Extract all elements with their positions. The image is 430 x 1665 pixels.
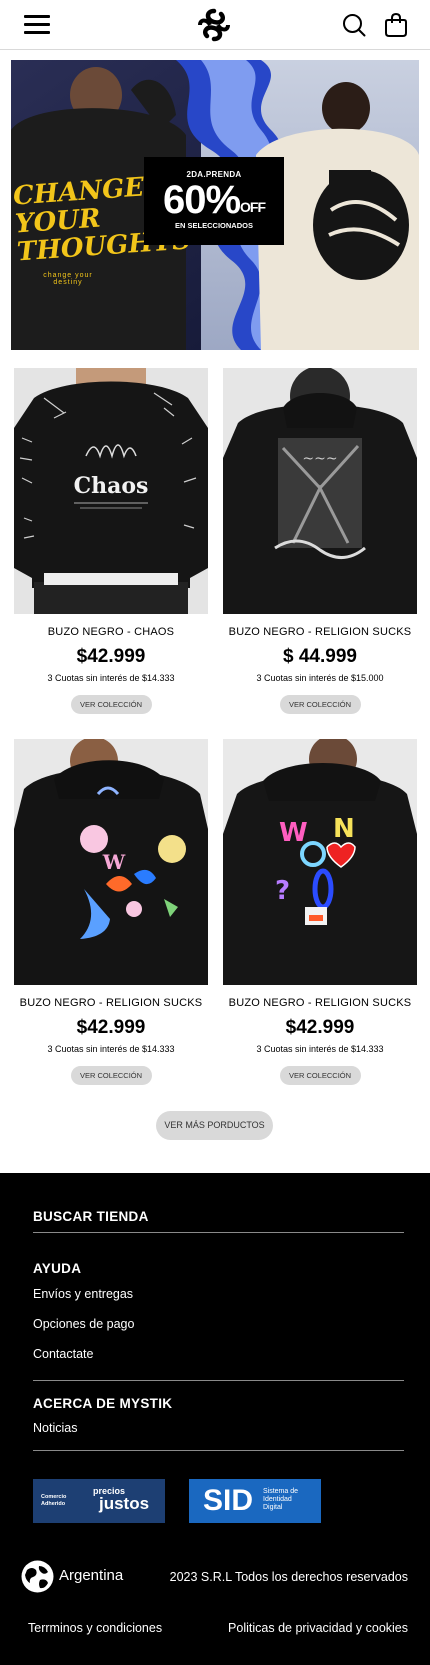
badge-precios-small: Comercio Adherido (41, 1494, 67, 1507)
product-image[interactable]: ~~~ (223, 368, 417, 614)
precios-justos-badge[interactable]: Comercio Adherido precios justos (33, 1479, 165, 1523)
product-price: $ 44.999 (283, 646, 357, 667)
product-image[interactable]: W N ? (223, 739, 417, 985)
site-header (0, 0, 430, 50)
hoodie-chaos-image: Chaos (14, 368, 208, 614)
footer-country[interactable]: Argentina (59, 1567, 123, 1584)
shopping-bag-icon[interactable] (385, 13, 407, 37)
sid-badge[interactable]: SID Sistema de Identidad Digital (189, 1479, 321, 1523)
view-collection-button[interactable]: VER COLECCIÓN (70, 1066, 152, 1085)
print-n: N (333, 814, 355, 844)
banner-subslogan: change your destiny (43, 272, 93, 286)
product-card[interactable]: W N ? BUZO NEGRO - RELIGION SUCKS $42.99… (223, 739, 417, 1085)
product-installments: 3 Cuotas sin interés de $14.333 (47, 1044, 175, 1054)
footer-divider (33, 1232, 404, 1233)
globe-icon (21, 1560, 54, 1593)
badge-sid-big: SID (203, 1484, 254, 1517)
footer-copyright: 2023 S.R.L Todos los derechos reservados (169, 1570, 408, 1584)
product-price: $42.999 (285, 1017, 355, 1038)
product-name[interactable]: BUZO NEGRO - RELIGION SUCKS (14, 997, 208, 1009)
view-more-products-button[interactable]: VER MÁS PORDUCTOS (156, 1111, 273, 1140)
banner-slogan: CHANGE YOUR THOUGHTS (12, 172, 192, 268)
footer-about-heading: ACERCA DE MYSTIK (33, 1396, 173, 1411)
print-script-top: ~~~ (302, 451, 337, 467)
promo-percent-value: 60% (162, 178, 241, 222)
chaos-print: Chaos (74, 473, 149, 499)
mystik-logo-icon[interactable] (197, 8, 231, 42)
promo-off: OFF (240, 199, 266, 215)
footer-terms-link[interactable]: Terrminos y condiciones (28, 1621, 162, 1635)
product-price: $42.999 (76, 1017, 146, 1038)
product-name[interactable]: BUZO NEGRO - RELIGION SUCKS (223, 997, 417, 1009)
hoodie-back-gray-print-image: ~~~ (223, 368, 417, 614)
site-footer: BUSCAR TIENDA AYUDA Envíos y entregas Op… (0, 1173, 430, 1665)
footer-link-shipping[interactable]: Envíos y entregas (33, 1287, 133, 1301)
product-card[interactable]: W BUZO NEGRO - RELIGION SUCKS $42.999 3 … (14, 739, 208, 1085)
promo-percent: 60%OFF (144, 180, 284, 220)
promo-bottom-text: EN SELECCIONADOS (175, 221, 253, 230)
hoodie-colorful-print-image: W (14, 739, 208, 985)
view-collection-button[interactable]: VER COLECCIÓN (70, 695, 152, 714)
footer-divider (33, 1380, 404, 1381)
product-installments: 3 Cuotas sin interés de $14.333 (47, 673, 175, 683)
print-question: ? (275, 876, 290, 906)
footer-divider (33, 1450, 404, 1451)
hamburger-menu-icon[interactable] (24, 15, 50, 35)
badge-precios-big: justos (99, 1494, 150, 1513)
hoodie-letters-print-image: W N ? (223, 739, 417, 985)
footer-link-payment[interactable]: Opciones de pago (33, 1317, 134, 1331)
product-name[interactable]: BUZO NEGRO - RELIGION SUCKS (223, 626, 417, 638)
print-w: W (279, 818, 308, 848)
product-price: $42.999 (76, 646, 146, 667)
search-icon[interactable] (342, 13, 366, 37)
footer-link-contact[interactable]: Contactate (33, 1347, 93, 1361)
product-card[interactable]: ~~~ BUZO NEGRO - RELIGION SUCKS $ 44.999… (223, 368, 417, 714)
footer-privacy-link[interactable]: Politicas de privacidad y cookies (228, 1621, 408, 1635)
footer-link-news[interactable]: Noticias (33, 1421, 77, 1435)
product-card[interactable]: Chaos BUZO NEGRO - CHAOS $42.999 3 Cuota… (14, 368, 208, 714)
product-image[interactable]: W (14, 739, 208, 985)
product-installments: 3 Cuotas sin interés de $14.333 (256, 1044, 384, 1054)
print-wonderland: W (102, 850, 126, 874)
view-collection-button[interactable]: VER COLECCIÓN (279, 695, 361, 714)
footer-help-heading: AYUDA (33, 1261, 82, 1276)
promo-offer-box: 2DA.PRENDA 60%OFF EN SELECCIONADOS (144, 157, 284, 245)
badge-sid-small: Sistema de Identidad Digital (263, 1488, 299, 1511)
product-image[interactable]: Chaos (14, 368, 208, 614)
footer-search-store[interactable]: BUSCAR TIENDA (33, 1209, 149, 1224)
promo-banner[interactable]: CHANGE YOUR THOUGHTS change your destiny… (11, 60, 419, 350)
product-name[interactable]: BUZO NEGRO - CHAOS (14, 626, 208, 638)
product-installments: 3 Cuotas sin interés de $15.000 (256, 673, 384, 683)
view-collection-button[interactable]: VER COLECCIÓN (279, 1066, 361, 1085)
